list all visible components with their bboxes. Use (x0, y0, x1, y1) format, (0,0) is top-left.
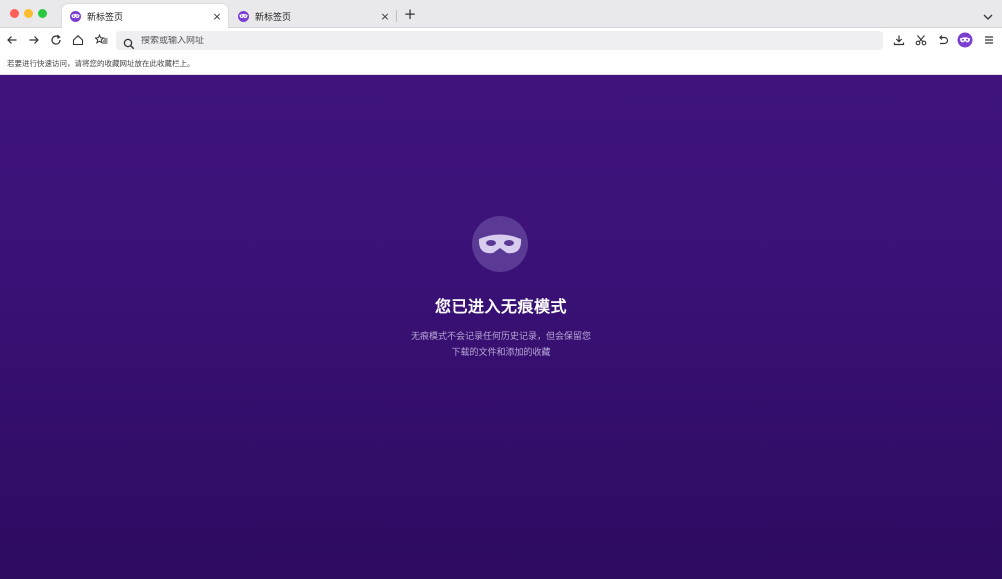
private-heading: 您已进入无痕模式 (434, 297, 567, 316)
bookmarks-hint: 若要进行快速访问，请将您的收藏网址放在此收藏栏上。 (7, 59, 195, 68)
browser-window: 新标签页 × 新标签页 × + 搜索或输入网址 若要进行快速访问，请将您的收藏网… (0, 0, 1002, 579)
tab-divider (396, 10, 397, 22)
close-window-button[interactable] (10, 9, 19, 18)
private-mask-icon[interactable] (956, 31, 974, 49)
search-icon (123, 35, 135, 49)
tab-title: 新标签页 (87, 12, 124, 23)
private-mask-icon (238, 10, 249, 22)
forward-icon[interactable] (25, 31, 43, 49)
address-bar[interactable] (116, 31, 883, 50)
tab-new-tab-2[interactable]: 新标签页 × (230, 4, 396, 28)
private-description-line-2: 下载的文件和添加的收藏 (451, 348, 551, 358)
bookmark-star-icon[interactable] (92, 31, 110, 49)
chevron-down-icon[interactable] (982, 8, 994, 20)
reload-icon[interactable] (47, 31, 65, 49)
private-browsing-page: 您已进入无痕模式 无痕模式不会记录任何历史记录，但会保留您 下载的文件和添加的收… (0, 75, 1002, 579)
tab-title: 新标签页 (255, 12, 292, 23)
home-icon[interactable] (69, 31, 87, 49)
minimize-window-button[interactable] (24, 9, 33, 18)
download-icon[interactable] (890, 31, 908, 49)
new-tab-button[interactable]: + (402, 5, 418, 23)
close-tab-icon[interactable]: × (210, 10, 224, 23)
private-mask-icon (70, 10, 81, 22)
url-input[interactable] (141, 35, 841, 46)
undo-icon[interactable] (934, 31, 952, 49)
tab-new-tab-1[interactable]: 新标签页 × (62, 4, 228, 28)
tab-strip: 新标签页 × 新标签页 × + (0, 0, 1002, 28)
private-mask-icon (472, 216, 528, 272)
screenshot-icon[interactable] (912, 31, 930, 49)
zoom-window-button[interactable] (38, 9, 47, 18)
close-tab-icon[interactable]: × (378, 10, 392, 23)
bookmarks-bar: 若要进行快速访问，请将您的收藏网址放在此收藏栏上。 (0, 52, 1002, 75)
back-icon[interactable] (3, 31, 21, 49)
private-description-line-1: 无痕模式不会记录任何历史记录，但会保留您 (410, 332, 591, 342)
menu-icon[interactable] (980, 31, 998, 49)
navigation-toolbar (0, 28, 1002, 52)
